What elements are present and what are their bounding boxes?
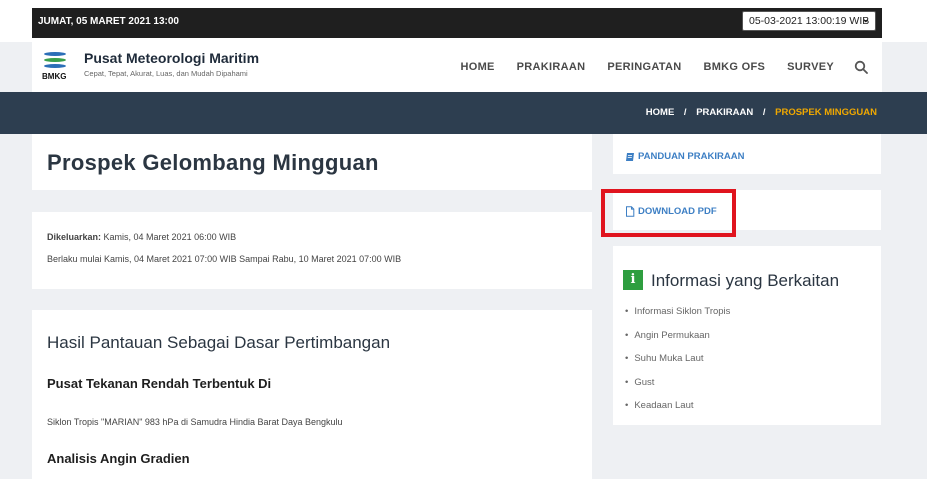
top-bar: JUMAT, 05 MARET 2021 13:00 05-03-2021 13… (0, 0, 927, 42)
guide-card: PANDUAN PRAKIRAAN (613, 134, 881, 174)
breadcrumb-prakiraan[interactable]: PRAKIRAAN (696, 107, 753, 118)
site-title[interactable]: Pusat Meteorologi Maritim (84, 50, 259, 66)
low-pressure-heading: Pusat Tekanan Rendah Terbentuk Di (47, 376, 272, 391)
breadcrumb-home[interactable]: HOME (646, 107, 675, 118)
breadcrumb-separator: / (762, 107, 766, 118)
page-title: Prospek Gelombang Mingguan (47, 150, 379, 175)
nav-prakiraan[interactable]: PRAKIRAAN (517, 61, 586, 73)
nav-bmkg-ofs[interactable]: BMKG OFS (703, 61, 765, 73)
logo-text: BMKG (42, 72, 67, 81)
issued-label: Dikeluarkan: (47, 232, 102, 242)
guide-link-label: PANDUAN PRAKIRAAN (638, 151, 745, 162)
low-pressure-text: Siklon Tropis "MARIAN" 983 hPa di Samudr… (47, 417, 343, 427)
related-item-siklon-tropis[interactable]: Informasi Siklon Tropis (625, 306, 730, 330)
title-card: Prospek Gelombang Mingguan (32, 134, 592, 190)
analysis-card: Hasil Pantauan Sebagai Dasar Pertimbanga… (32, 310, 592, 479)
breadcrumb-separator: / (683, 107, 687, 118)
chevron-down-icon: ⌄ (861, 14, 870, 25)
breadcrumb: HOME / PRAKIRAAN / PROSPEK MINGGUAN (646, 107, 877, 118)
related-list: Informasi Siklon Tropis Angin Permukaan … (625, 306, 730, 424)
current-date: JUMAT, 05 MARET 2021 13:00 (38, 16, 179, 27)
site-header: BMKG Pusat Meteorologi Maritim Cepat, Te… (32, 42, 882, 92)
wind-heading: Analisis Angin Gradien (47, 451, 190, 466)
issued-value: Kamis, 04 Maret 2021 06:00 WIB (101, 232, 237, 242)
valid-period: Berlaku mulai Kamis, 04 Maret 2021 07:00… (47, 254, 402, 264)
related-info-card: i Informasi yang Berkaitan Informasi Sik… (613, 246, 881, 425)
section-title: Hasil Pantauan Sebagai Dasar Pertimbanga… (47, 333, 391, 352)
time-select[interactable]: 05-03-2021 13:00:19 WIB ⌄ (742, 11, 876, 31)
bmkg-logo[interactable]: BMKG (42, 50, 68, 84)
info-icon: i (623, 270, 643, 290)
related-item-gust[interactable]: Gust (625, 377, 730, 401)
top-bar-inner: JUMAT, 05 MARET 2021 13:00 05-03-2021 13… (32, 8, 882, 38)
logo-wave-3 (44, 64, 66, 68)
guide-link[interactable]: PANDUAN PRAKIRAAN (625, 151, 744, 162)
issued-card: Dikeluarkan: Kamis, 04 Maret 2021 06:00 … (32, 212, 592, 289)
logo-wave-1 (44, 52, 66, 56)
highlight-box (601, 189, 736, 237)
search-icon[interactable] (854, 60, 868, 74)
related-item-suhu-muka-laut[interactable]: Suhu Muka Laut (625, 353, 730, 377)
logo-wave-2 (44, 58, 66, 62)
book-icon (626, 152, 634, 161)
breadcrumb-current: PROSPEK MINGGUAN (775, 107, 877, 118)
nav-peringatan[interactable]: PERINGATAN (607, 61, 681, 73)
nav-home[interactable]: HOME (460, 61, 494, 73)
related-item-keadaan-laut[interactable]: Keadaan Laut (625, 400, 730, 424)
main-nav: HOME PRAKIRAAN PERINGATAN BMKG OFS SURVE… (438, 60, 868, 74)
related-title: Informasi yang Berkaitan (651, 271, 840, 290)
breadcrumb-band: HOME / PRAKIRAAN / PROSPEK MINGGUAN (0, 92, 927, 134)
issued-line: Dikeluarkan: Kamis, 04 Maret 2021 06:00 … (47, 232, 236, 242)
site-tagline: Cepat, Tepat, Akurat, Luas, dan Mudah Di… (84, 69, 248, 78)
nav-survey[interactable]: SURVEY (787, 61, 834, 73)
related-item-angin-permukaan[interactable]: Angin Permukaan (625, 330, 730, 354)
time-select-value: 05-03-2021 13:00:19 WIB (749, 15, 870, 27)
